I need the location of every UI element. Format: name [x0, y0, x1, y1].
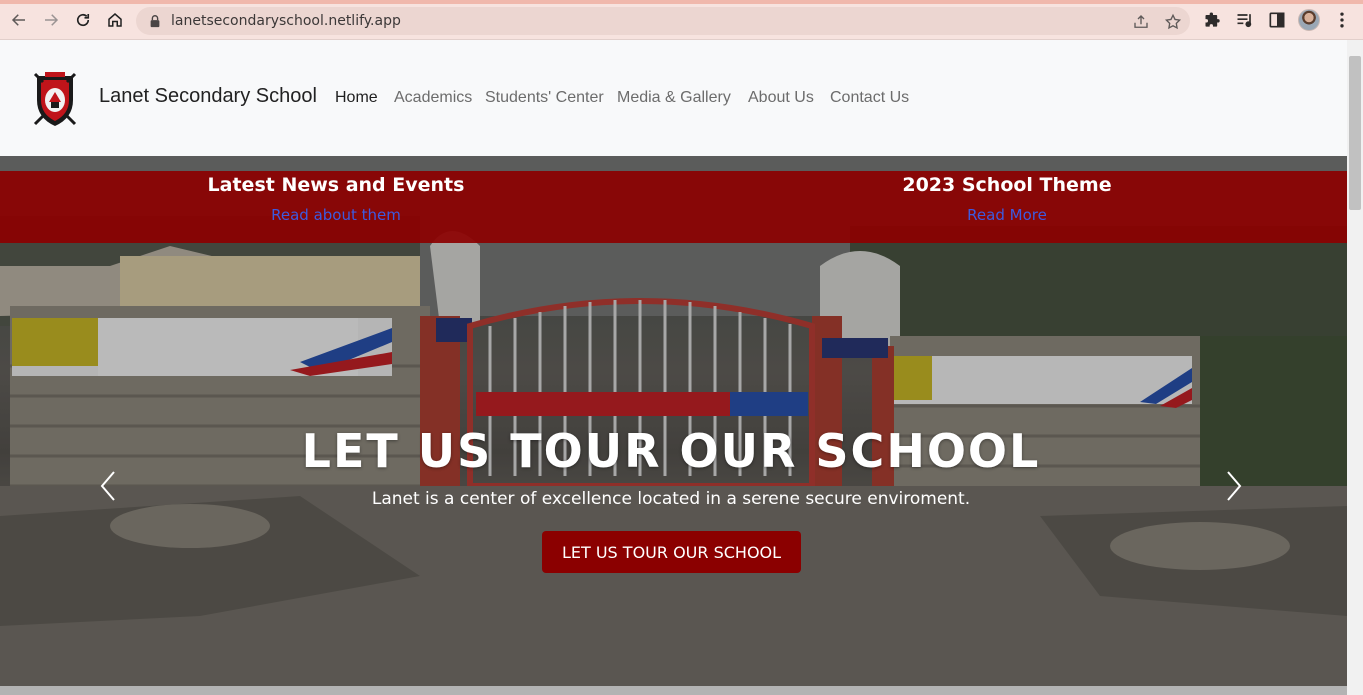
browser-toolbar: lanetsecondaryschool.netlify.app	[0, 0, 1363, 40]
hero-heading: LET US TOUR OUR SCHOOL	[301, 424, 1041, 478]
scrollbar-thumb[interactable]	[1349, 56, 1361, 210]
puzzle-icon[interactable]	[1203, 10, 1223, 30]
side-panel-icon[interactable]	[1267, 10, 1287, 30]
tab-strip-edge	[0, 0, 1363, 4]
nav-about-us[interactable]: About Us	[748, 89, 814, 107]
nav-students-center[interactable]: Students' Center	[485, 89, 604, 107]
share-icon[interactable]	[1132, 13, 1150, 31]
reload-icon[interactable]	[72, 9, 94, 31]
media-queue-icon[interactable]	[1235, 10, 1255, 30]
site-navbar: Lanet Secondary School Home Academics St…	[0, 40, 1347, 156]
news-item-theme: 2023 School Theme Read More	[757, 171, 1257, 224]
nav-contact-us[interactable]: Contact Us	[830, 89, 909, 107]
lock-icon[interactable]	[148, 14, 162, 28]
star-icon[interactable]	[1164, 13, 1182, 31]
home-icon[interactable]	[104, 9, 126, 31]
forward-arrow-icon[interactable]	[40, 9, 62, 31]
hero-subtitle: Lanet is a center of excellence located …	[371, 489, 971, 509]
nav-media-gallery[interactable]: Media & Gallery	[617, 89, 731, 107]
news-link[interactable]: Read about them	[86, 206, 586, 224]
nav-home[interactable]: Home	[335, 89, 378, 107]
kebab-menu-icon[interactable]	[1332, 10, 1352, 30]
address-bar[interactable]: lanetsecondaryschool.netlify.app	[136, 7, 1190, 35]
news-link[interactable]: Read More	[757, 206, 1257, 224]
back-arrow-icon[interactable]	[8, 9, 30, 31]
hero-carousel: Latest News and Events Read about them 2…	[0, 156, 1347, 695]
school-crest-logo[interactable]	[33, 70, 77, 128]
news-title: 2023 School Theme	[902, 174, 1112, 196]
nav-academics[interactable]: Academics	[394, 89, 472, 107]
page-scrollbar[interactable]	[1347, 40, 1363, 695]
news-bar: Latest News and Events Read about them 2…	[0, 171, 1347, 243]
tour-school-button[interactable]: LET US TOUR OUR SCHOOL	[542, 531, 801, 573]
section-divider	[0, 686, 1347, 695]
profile-avatar[interactable]	[1298, 9, 1320, 31]
news-title: Latest News and Events	[207, 174, 465, 196]
news-item-latest: Latest News and Events Read about them	[86, 171, 586, 224]
brand-name[interactable]: Lanet Secondary School	[99, 85, 317, 108]
url-text[interactable]: lanetsecondaryschool.netlify.app	[171, 13, 401, 29]
